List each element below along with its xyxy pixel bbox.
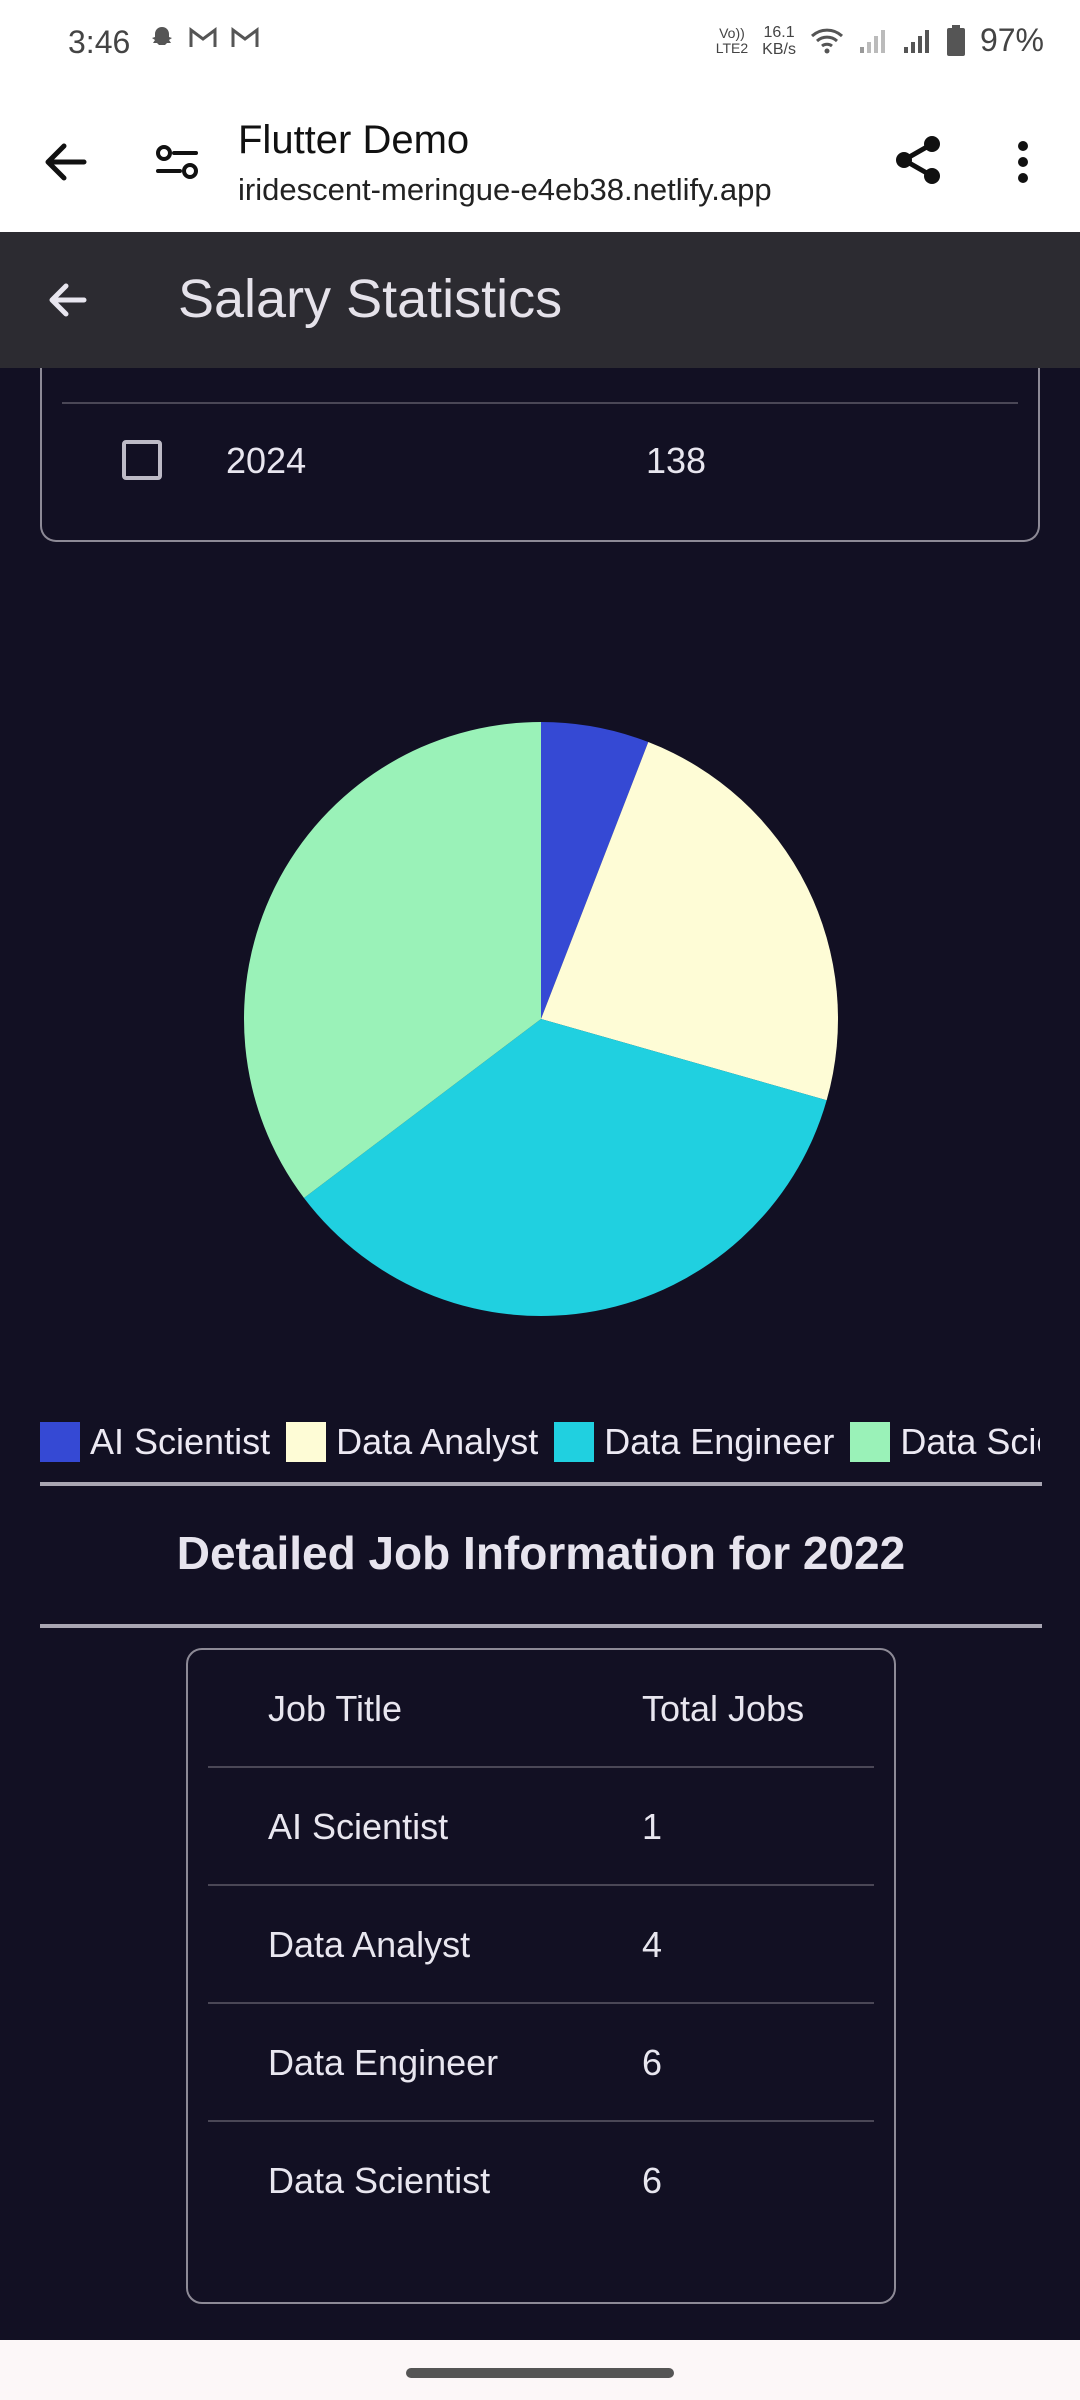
table-row: Data Engineer 6 — [208, 2004, 874, 2122]
volte-indicator: Vo)) LTE2 — [715, 24, 749, 56]
legend-label: Data Scientist — [900, 1421, 1040, 1462]
legend-item-data-scientist: Data Scientist — [850, 1421, 1040, 1463]
table-row: Data Scientist 6 — [208, 2122, 874, 2240]
share-button[interactable] — [888, 130, 948, 190]
arrow-left-icon — [45, 143, 87, 181]
jobs-table: Job Title Total Jobs AI Scientist 1 Data… — [186, 1648, 896, 2304]
share-icon — [896, 136, 940, 184]
legend-swatch — [554, 1422, 595, 1462]
browser-back-button[interactable] — [36, 132, 96, 192]
year-cell: 2024 — [226, 440, 307, 481]
pie-chart — [244, 722, 839, 1316]
job-title-cell: Data Scientist — [268, 2160, 491, 2201]
browser-toolbar: Flutter Demo iridescent-meringue-e4eb38.… — [0, 92, 1080, 232]
header-total-jobs: Total Jobs — [642, 1688, 805, 1729]
wifi-icon — [810, 28, 843, 53]
legend-label: Data Engineer — [604, 1421, 835, 1462]
legend-label: AI Scientist — [90, 1421, 271, 1462]
job-count-cell: 6 — [642, 2042, 663, 2083]
table-row: AI Scientist 1 — [208, 1768, 874, 1886]
job-count-cell: 1 — [642, 1806, 663, 1847]
net-speed-unit: KB/s — [762, 40, 796, 58]
count-cell: 138 — [646, 440, 707, 481]
header-job-title: Job Title — [268, 1688, 403, 1729]
legend-label: Data Analyst — [336, 1421, 539, 1462]
job-count-cell: 4 — [642, 1924, 663, 1965]
browser-page-title: Flutter Demo — [238, 118, 470, 162]
app-back-button[interactable] — [40, 272, 96, 328]
more-vert-icon — [1018, 141, 1028, 183]
home-gesture-handle[interactable] — [406, 2368, 674, 2378]
status-time: 3:46 — [68, 24, 131, 60]
job-title-cell: Data Analyst — [268, 1924, 471, 1965]
net-speed: 16.1 KB/s — [762, 24, 796, 58]
app-bar: Salary Statistics — [0, 232, 1080, 368]
legend-swatch — [850, 1422, 891, 1462]
legend-swatch — [286, 1422, 327, 1462]
system-navigation-bar — [0, 2340, 1080, 2400]
year-table-card: 2024 138 — [40, 340, 1040, 542]
tune-icon — [156, 145, 198, 179]
signal-weak-icon — [859, 29, 885, 53]
site-settings-button[interactable] — [152, 136, 204, 188]
section-title: Detailed Job Information for 2022 — [176, 1527, 906, 1579]
arrow-left-icon — [49, 283, 87, 317]
page-title: Salary Statistics — [178, 269, 563, 329]
legend-item-data-engineer: Data Engineer — [554, 1421, 834, 1463]
table-header-row: Job Title Total Jobs — [208, 1650, 874, 1768]
table-divider — [62, 402, 1018, 404]
legend-item-ai-scientist: AI Scientist — [40, 1421, 270, 1463]
legend-swatch — [40, 1422, 80, 1462]
signal-icon — [903, 29, 929, 53]
battery-percent: 97% — [979, 22, 1044, 58]
volte-bottom: LTE2 — [715, 39, 749, 56]
net-speed-value: 16.1 — [763, 23, 795, 41]
status-indicators: Vo)) LTE2 16.1 KB/s 97% — [716, 22, 1044, 59]
volte-top: Vo)) — [719, 24, 745, 41]
job-count-cell: 6 — [642, 2160, 663, 2201]
gmail-icon — [189, 27, 217, 47]
section-divider-top — [40, 1482, 1042, 1486]
table-row: Data Analyst 4 — [208, 1886, 874, 2004]
gmail-icon — [231, 27, 259, 47]
row-checkbox[interactable] — [122, 440, 162, 480]
section-divider-bottom — [40, 1624, 1042, 1628]
chart-legend: AI Scientist Data Analyst Data Engineer … — [40, 1418, 1040, 1466]
snapchat-icon — [152, 27, 172, 45]
job-title-cell: AI Scientist — [268, 1806, 449, 1847]
status-bar: 3:46 Vo)) LTE2 16.1 KB/s 97% — [0, 0, 1080, 92]
browser-url[interactable]: iridescent-meringue-e4eb38.netlify.app — [238, 172, 772, 208]
battery-icon — [946, 24, 965, 56]
more-options-button[interactable] — [998, 132, 1048, 192]
job-title-cell: Data Engineer — [268, 2042, 499, 2083]
notification-icons — [148, 24, 260, 52]
legend-item-data-analyst: Data Analyst — [286, 1421, 538, 1463]
